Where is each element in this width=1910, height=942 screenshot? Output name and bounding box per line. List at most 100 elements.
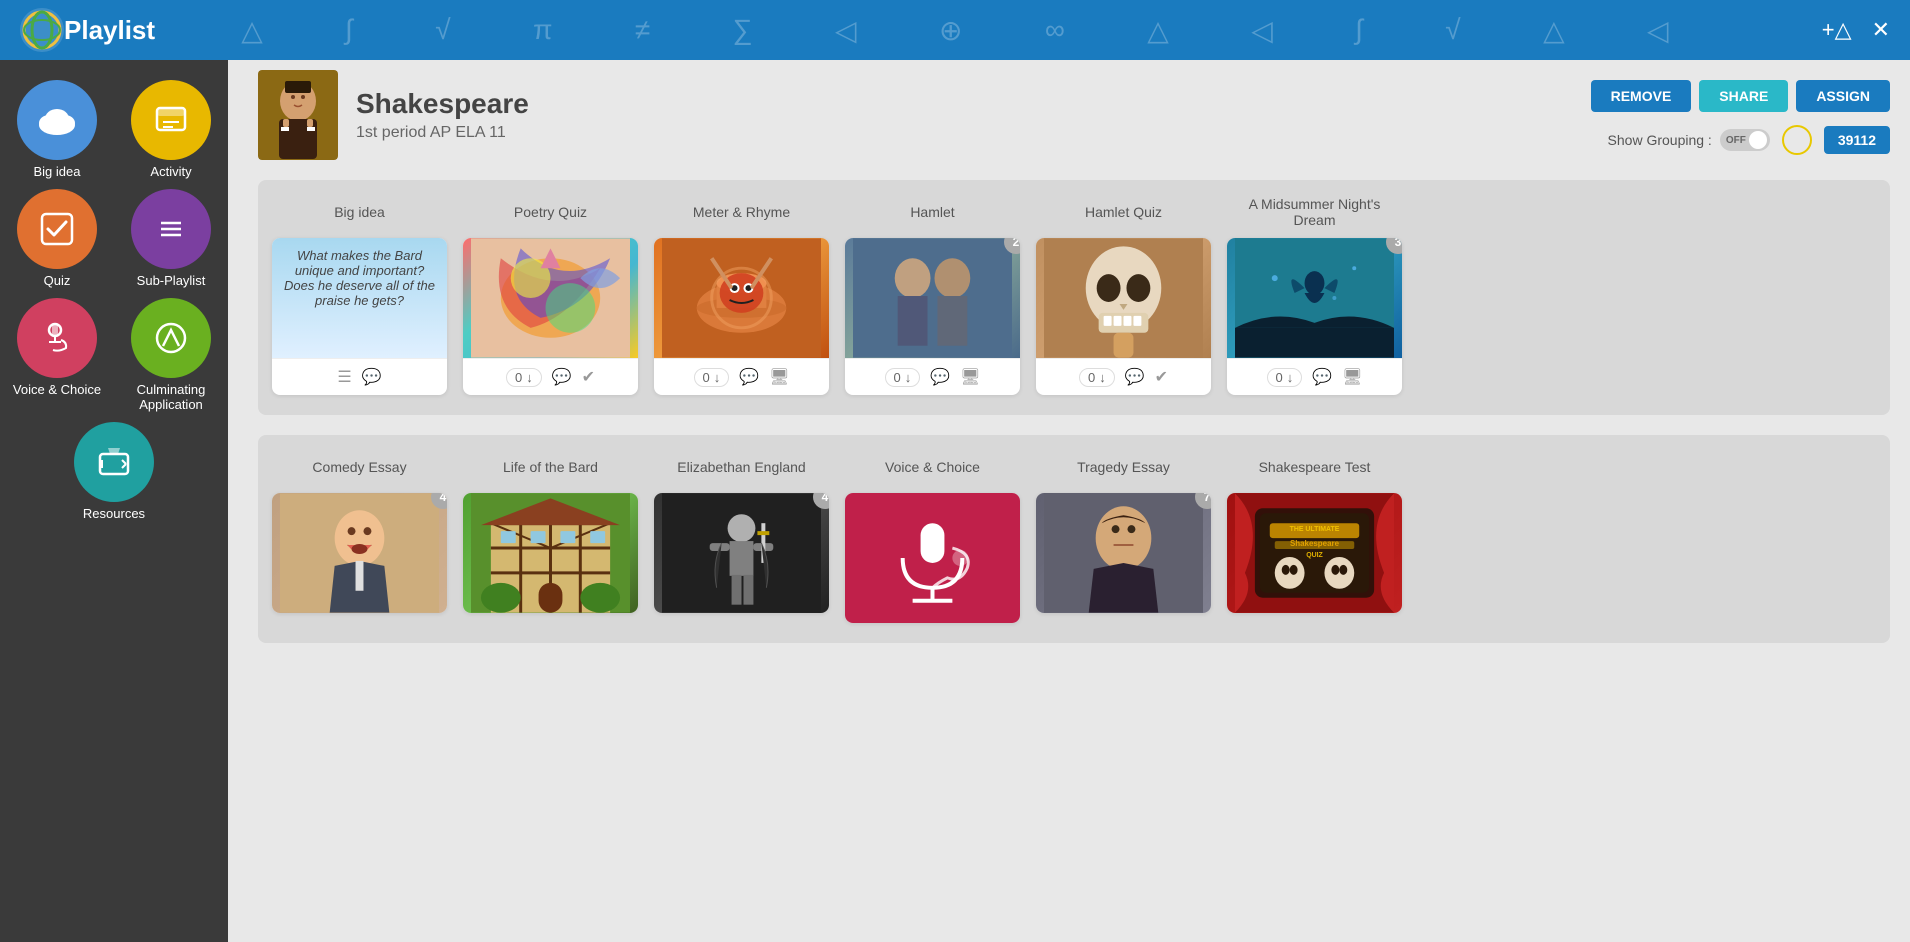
cursor-indicator [1782, 125, 1812, 155]
meter-rhyme-count: 0 ↓ [694, 368, 730, 387]
card-hamlet[interactable]: 2 [845, 238, 1020, 395]
sidebar-label-voice-choice: Voice & Choice [13, 382, 101, 397]
card-elizabethan[interactable]: 4 [654, 493, 829, 613]
sidebar-row-3: Voice & Choice Culminating Application [10, 298, 218, 412]
svg-text:THE ULTIMATE: THE ULTIMATE [1290, 526, 1340, 533]
card-col-hamlet-quiz: Hamlet Quiz [1036, 194, 1211, 395]
sidebar-item-quiz[interactable]: Quiz [10, 189, 104, 288]
cloud-svg [37, 105, 77, 135]
camera-svg [96, 444, 132, 480]
mic-hand-svg [39, 320, 75, 356]
bard-house-svg [471, 493, 630, 613]
playlist-info: Shakespeare 1st period AP ELA 11 [356, 88, 529, 142]
sidebar-label-quiz: Quiz [44, 273, 71, 288]
shakespeare-test-label: Shakespeare Test [1259, 449, 1371, 485]
midsummer-image [1227, 238, 1402, 358]
sidebar: Big idea Activity Quiz [0, 60, 228, 942]
card-col-meter-rhyme: Meter & Rhyme [654, 194, 829, 395]
header: Playlist △∫√π≠∑◁⊕∞△◁∫√△◁ +△ ✕ [0, 0, 1910, 60]
meter-rhyme-image [654, 238, 829, 358]
share-button[interactable]: SHARE [1699, 80, 1788, 112]
big-idea-icon [17, 80, 97, 160]
hamlet-label: Hamlet [910, 194, 954, 230]
hamlet-footer: 0 ↓ 💬 🖥 [845, 358, 1020, 395]
flag-svg [153, 320, 189, 356]
sidebar-item-activity[interactable]: Activity [124, 80, 218, 179]
card-col-comedy-essay: Comedy Essay 4 [272, 449, 447, 613]
check-icon-2: ✔ [1155, 367, 1168, 387]
card-meter-rhyme[interactable]: 0 ↓ 💬 🖥 [654, 238, 829, 395]
count-value-2: 0 [703, 370, 710, 385]
midsummer-count: 0 ↓ [1267, 368, 1303, 387]
show-grouping-label: Show Grouping : [1608, 132, 1712, 148]
card-hamlet-quiz[interactable]: 0 ↓ 💬 ✔ [1036, 238, 1211, 395]
skull-svg [1044, 238, 1203, 358]
count-value-4: 0 [1088, 370, 1095, 385]
shakespeare-test-svg: THE ULTIMATE Shakespeare QUIZ [1235, 493, 1394, 613]
cards-section: Big idea What makes the Bard unique and … [228, 180, 1910, 942]
group-1: Big idea What makes the Bard unique and … [258, 180, 1890, 415]
comedy-svg [280, 493, 439, 613]
card-col-poetry-quiz: Poetry Quiz [463, 194, 638, 395]
sidebar-item-sub-playlist[interactable]: Sub-Playlist [124, 189, 218, 288]
big-idea-footer: ☰ 💬 [272, 358, 447, 395]
chat-icon-5: 💬 [1125, 367, 1145, 387]
class-code-button[interactable]: 39112 [1824, 126, 1890, 154]
hamlet-quiz-footer: 0 ↓ 💬 ✔ [1036, 358, 1211, 395]
count-value-3: 0 [894, 370, 901, 385]
life-bard-label: Life of the Bard [503, 449, 598, 485]
big-idea-label: Big idea [334, 194, 385, 230]
remove-button[interactable]: REMOVE [1591, 80, 1692, 112]
card-comedy-essay[interactable]: 4 [272, 493, 447, 613]
sidebar-item-voice-choice[interactable]: Voice & Choice [10, 298, 104, 397]
sidebar-item-culminating[interactable]: Culminating Application [124, 298, 218, 412]
hamlet-image [845, 238, 1020, 358]
add-button[interactable]: +△ [1822, 17, 1852, 43]
arrow-icon-2: ↓ [714, 370, 721, 385]
card-big-idea[interactable]: What makes the Bard unique and important… [272, 238, 447, 395]
group-2: Comedy Essay 4 [258, 435, 1890, 643]
card-tragedy-essay[interactable]: 7 [1036, 493, 1211, 613]
card-shakespeare-test[interactable]: THE ULTIMATE Shakespeare QUIZ [1227, 493, 1402, 613]
sidebar-item-big-idea[interactable]: Big idea [10, 80, 104, 179]
sidebar-row-1: Big idea Activity [10, 80, 218, 179]
card-col-elizabethan: Elizabethan England 4 [654, 449, 829, 613]
midsummer-footer: 0 ↓ 💬 🖥 [1227, 358, 1402, 395]
poetry-quiz-image [463, 238, 638, 358]
sidebar-item-resources[interactable]: Resources [64, 422, 164, 521]
card-poetry-quiz[interactable]: 0 ↓ 💬 ✔ [463, 238, 638, 395]
colorful-art-svg [471, 238, 630, 358]
sidebar-label-culminating: Culminating Application [124, 382, 218, 412]
card-col-shakespeare-test: Shakespeare Test [1227, 449, 1402, 613]
card-col-big-idea: Big idea What makes the Bard unique and … [272, 194, 447, 395]
card-life-bard[interactable] [463, 493, 638, 613]
shakespeare-portrait [259, 71, 337, 159]
playlist-header: Shakespeare 1st period AP ELA 11 [258, 70, 529, 160]
quiz-icon [17, 189, 97, 269]
arrow-icon: ↓ [526, 370, 533, 385]
meter-rhyme-footer: 0 ↓ 💬 🖥 [654, 358, 829, 395]
card-voice-choice[interactable] [845, 493, 1020, 623]
check-icon: ✔ [582, 367, 595, 387]
card-col-life-bard: Life of the Bard [463, 449, 638, 613]
comedy-essay-image [272, 493, 447, 613]
card-midsummer[interactable]: 3 [1227, 238, 1402, 395]
midsummer-svg [1235, 238, 1394, 358]
drums-svg [662, 238, 821, 358]
close-button[interactable]: ✕ [1872, 17, 1890, 43]
sidebar-label-resources: Resources [83, 506, 145, 521]
show-grouping-row: Show Grouping : OFF 39112 [1608, 125, 1890, 155]
card-col-voice-choice: Voice & Choice [845, 449, 1020, 623]
activity-icon [131, 80, 211, 160]
elizabethan-image [654, 493, 829, 613]
assign-button[interactable]: ASSIGN [1796, 80, 1890, 112]
screen-icon-3: 🖥 [1342, 367, 1362, 387]
poetry-quiz-footer: 0 ↓ 💬 ✔ [463, 358, 638, 395]
svg-text:QUIZ: QUIZ [1306, 552, 1323, 559]
main-content: REMOVE SHARE ASSIGN Show Grouping : OFF … [228, 60, 1910, 942]
grouping-toggle[interactable]: OFF [1720, 129, 1770, 151]
toolbar: REMOVE SHARE ASSIGN [1591, 80, 1890, 112]
voice-choice-image [845, 493, 1020, 623]
list-svg [153, 211, 189, 247]
hamlet-quiz-label: Hamlet Quiz [1085, 194, 1162, 230]
